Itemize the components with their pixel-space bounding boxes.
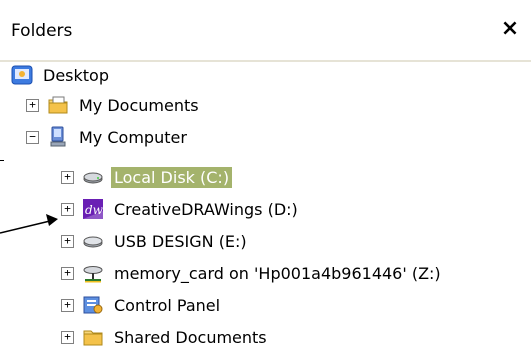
annotation-arrow — [0, 214, 58, 234]
folders-pane: Folders × Desktop + My Documents − My Co… — [0, 0, 531, 358]
edge-mark — [0, 160, 4, 161]
